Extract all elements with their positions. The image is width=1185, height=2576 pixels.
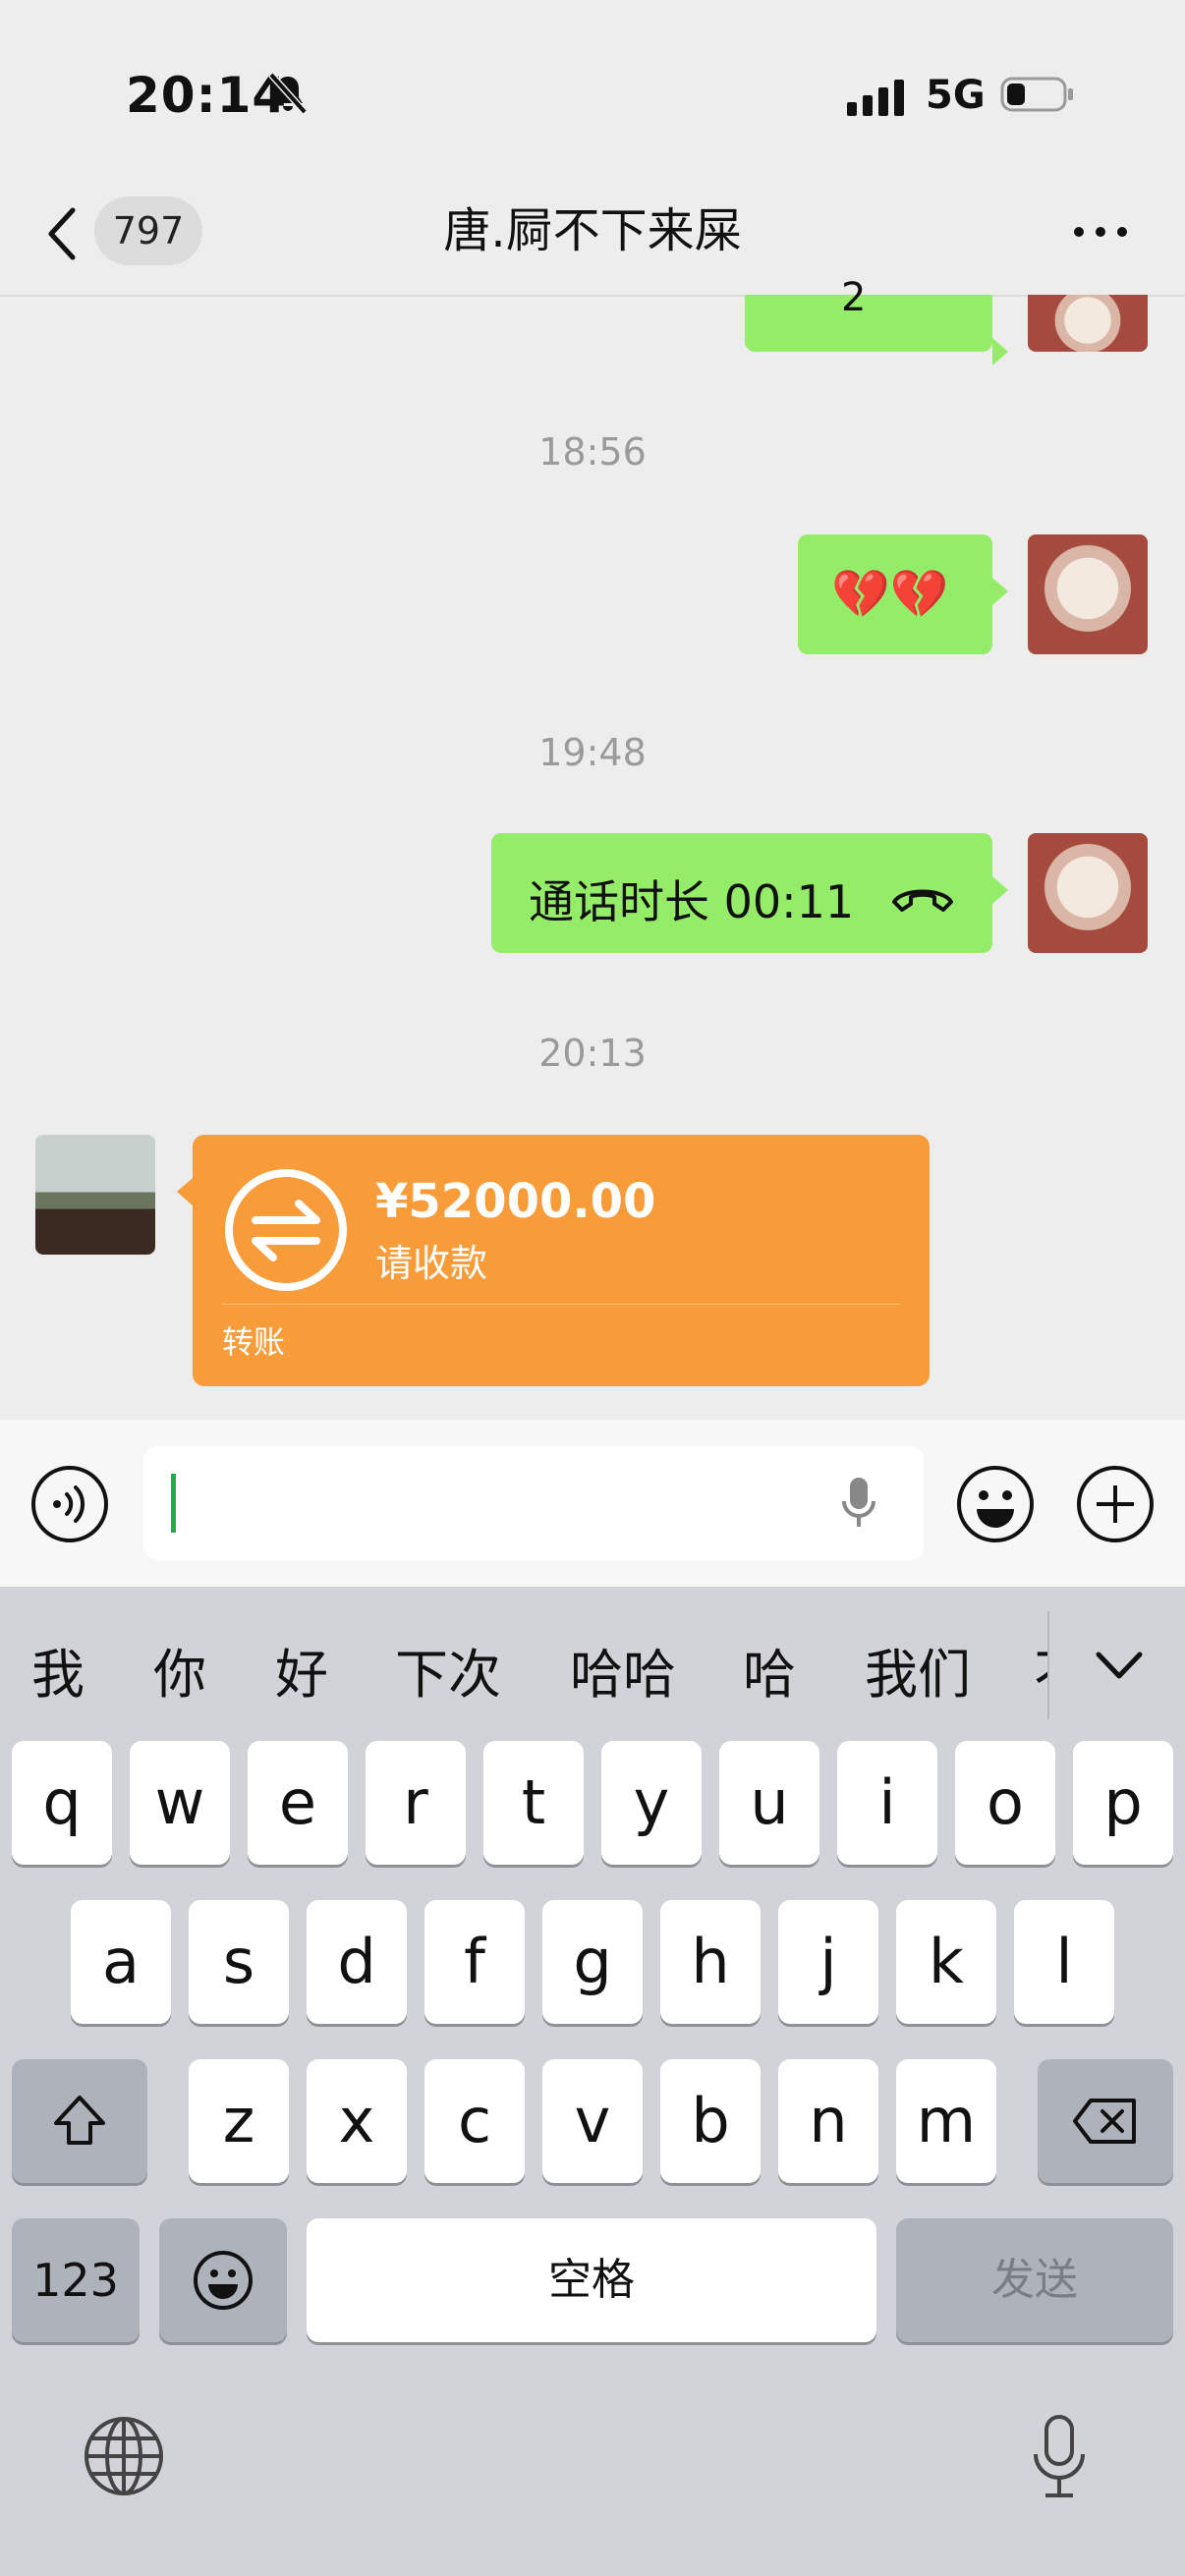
phone-hangup-icon [892,889,953,912]
candidate-word[interactable]: 我 [31,1631,85,1708]
key-r[interactable]: r [366,1741,466,1865]
key-m[interactable]: m [896,2059,996,2183]
battery-icon [1000,77,1073,112]
chevron-down-icon[interactable] [1095,1651,1144,1680]
text-caret [171,1474,176,1533]
message-timestamp: 19:48 [538,731,647,774]
transfer-card[interactable]: ¥52000.00 请收款 转账 [177,1135,930,1386]
microphone-icon[interactable] [839,1474,878,1533]
back-chevron-icon[interactable] [43,204,83,263]
cellular-signal-icon [847,80,904,116]
shift-arrow-icon [54,2096,105,2145]
space-key[interactable]: 空格 [307,2218,876,2342]
unread-count-badge[interactable]: 797 [94,196,202,265]
network-type: 5G [926,73,986,118]
key-n[interactable]: n [778,2059,878,2183]
more-options-icon[interactable] [1071,222,1130,242]
candidate-separator [1047,1611,1049,1719]
key-f[interactable]: f [424,1900,525,2024]
shift-key[interactable] [12,2059,147,2183]
key-v[interactable]: v [542,2059,643,2183]
transfer-label: 转账 [222,1323,286,1361]
broken-heart-emoji: 💔💔 [831,567,949,622]
transfer-divider [222,1304,900,1305]
key-o[interactable]: o [955,1741,1055,1865]
chat-title: 唐.屙不下来屎 [443,203,742,258]
transfer-status: 请收款 [375,1242,488,1285]
dictation-microphone-icon[interactable] [1030,2413,1089,2501]
candidate-word[interactable]: 你 [153,1631,206,1708]
candidate-word[interactable]: 我们 [865,1631,971,1708]
candidate-clip: 不 [1034,1621,1047,1719]
key-u[interactable]: u [719,1741,819,1865]
key-t[interactable]: t [483,1741,584,1865]
candidate-word[interactable]: 哈 [743,1631,796,1708]
key-k[interactable]: k [896,1900,996,2024]
key-b[interactable]: b [660,2059,761,2183]
candidate-word[interactable]: 哈哈 [570,1631,676,1708]
candidate-word[interactable]: 不 [1034,1631,1047,1708]
message-timestamp: 18:56 [538,430,647,474]
candidate-word[interactable]: 好 [275,1631,328,1708]
emoji-key[interactable] [159,2218,287,2342]
numbers-key[interactable]: 123 [12,2218,140,2342]
voice-input-toggle-icon[interactable] [29,1464,110,1544]
emoji-face-icon [194,2251,253,2310]
contact-avatar[interactable] [35,1135,155,1255]
call-record-bubble[interactable]: 通话时长 00:11 [491,833,1008,953]
message-text-field[interactable] [143,1446,924,1560]
backspace-icon [1073,2099,1136,2144]
key-l[interactable]: l [1014,1900,1114,2024]
globe-icon[interactable] [83,2415,165,2497]
send-key[interactable]: 发送 [896,2218,1173,2342]
call-duration-text: 通话时长 00:11 [529,875,855,928]
key-g[interactable]: g [542,1900,643,2024]
key-p[interactable]: p [1073,1741,1173,1865]
emoji-message-bubble[interactable]: 💔💔 [798,534,1008,654]
emoji-icon[interactable] [955,1464,1036,1544]
key-z[interactable]: z [189,2059,289,2183]
my-avatar[interactable] [1028,295,1148,352]
key-e[interactable]: e [248,1741,348,1865]
my-avatar[interactable] [1028,833,1148,953]
message-timestamp: 20:13 [538,1032,647,1075]
transfer-arrows-icon [225,1169,347,1291]
backspace-key[interactable] [1038,2059,1173,2183]
key-h[interactable]: h [660,1900,761,2024]
partial-message-text: 2 [841,275,867,320]
plus-more-icon[interactable] [1075,1464,1156,1544]
candidate-word[interactable]: 下次 [395,1631,501,1708]
key-j[interactable]: j [778,1900,878,2024]
key-s[interactable]: s [189,1900,289,2024]
message-bubble-partial[interactable]: 2 [745,275,1008,365]
key-q[interactable]: q [12,1741,112,1865]
transfer-amount: ¥52000.00 [375,1174,656,1229]
key-w[interactable]: w [130,1741,230,1865]
bell-muted-icon [268,72,308,115]
key-a[interactable]: a [71,1900,171,2024]
status-time: 20:14 [126,67,288,124]
key-i[interactable]: i [837,1741,937,1865]
key-x[interactable]: x [307,2059,407,2183]
my-avatar[interactable] [1028,534,1148,654]
key-c[interactable]: c [424,2059,525,2183]
key-y[interactable]: y [601,1741,702,1865]
key-d[interactable]: d [307,1900,407,2024]
